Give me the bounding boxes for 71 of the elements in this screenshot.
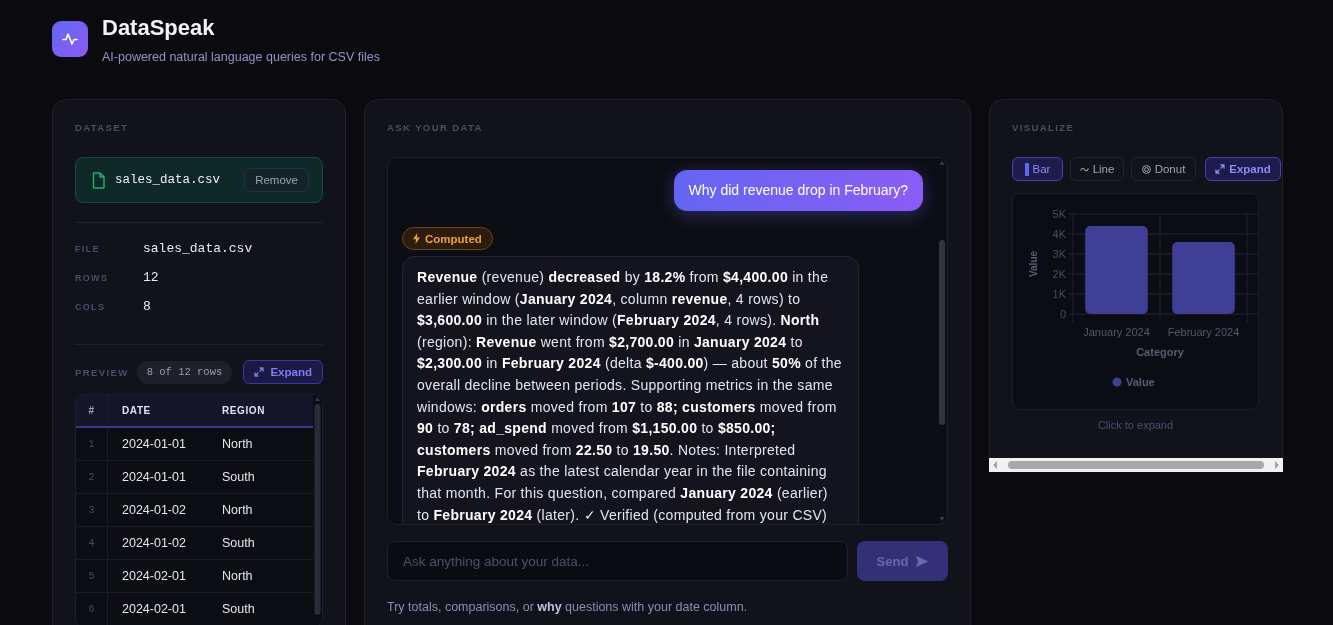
table-cell-text: North bbox=[221, 436, 254, 453]
table-cell-text: 2024-01-01 bbox=[121, 469, 187, 486]
table-cell-text: 2024-02-01 bbox=[121, 568, 187, 585]
detail-label: ROWS bbox=[75, 272, 110, 283]
table-cell-text: 2024-02-01 bbox=[121, 601, 187, 618]
section-heading: VISUALIZE bbox=[1012, 121, 1076, 135]
legend-marker-icon bbox=[1112, 377, 1122, 387]
row-number: 6 bbox=[76, 593, 108, 625]
table-cell-text: South bbox=[221, 535, 256, 552]
chart-panel[interactable]: Value 5K 4K 3K 2K 1K 0 January 2024 February 2024 Category Value bbox=[1012, 193, 1259, 410]
send-icon bbox=[916, 555, 929, 567]
axis-tick-label: 3K bbox=[1052, 248, 1066, 260]
detail-value: 12 bbox=[143, 270, 159, 285]
row-number: 1 bbox=[76, 428, 108, 460]
assistant-message: Revenue (revenue) decreased by 18.2% from $4,400.00 in the earlier window (January 2024, column revenue, 4 rows) to $3,600.00 in the later window (February 2024, 4 rows). North (region): Revenue went from $2,700.00 in January 2024 to $2,300.00 in February 2024 (delta $-400.00) — about 50% of the overall decline between periods. Supporting metrics in the same windows: orders moved from 107 to 88; customers moved from 90 to 78; ad_spend moved from $1,150.00 to $850.00; customers moved from 22.50 to 19.50. Notes: Interpreted February 2024 as the latest calendar year in the file containing that month. For this question, compared January 2024 (earlier) to February 2024 (later). ✓ Verified (computed from your CSV) bbox=[402, 256, 859, 524]
pulse-icon bbox=[52, 21, 88, 57]
axis-tick-label: 4K bbox=[1052, 228, 1066, 240]
expand-icon bbox=[1215, 164, 1226, 174]
table-cell-text: North bbox=[221, 568, 254, 585]
lightning-icon bbox=[413, 233, 420, 244]
app-subtitle: AI-powered natural language queries for CSV files bbox=[102, 49, 380, 65]
horizontal-scrollbar[interactable] bbox=[989, 458, 1283, 472]
row-number: 2 bbox=[76, 461, 108, 493]
table-cell-text: South bbox=[221, 469, 256, 486]
wave-icon bbox=[1079, 166, 1089, 172]
axis-tick-label: January 2024 bbox=[1083, 326, 1150, 338]
app-title: DataSpeak bbox=[102, 15, 216, 41]
preview-label: PREVIEW bbox=[75, 366, 129, 378]
hint-text: Try totals, comparisons, or why questions with your date column. bbox=[387, 599, 749, 615]
axis-title: Category bbox=[1136, 346, 1184, 358]
table-cell-text: 2024-01-02 bbox=[121, 502, 187, 519]
chart-type-tab[interactable]: Line bbox=[1070, 157, 1124, 181]
user-message: Why did revenue drop in February? bbox=[673, 170, 923, 211]
remove-button[interactable]: Remove bbox=[244, 168, 309, 192]
bar-icon bbox=[1024, 162, 1029, 176]
axis-tick-label: 0 bbox=[1059, 308, 1066, 320]
row-count-badge: 8 of 12 rows bbox=[136, 360, 233, 384]
table-cell-text: South bbox=[221, 601, 256, 618]
chart-caption: Click to expand bbox=[1096, 418, 1175, 432]
table-cell-text: North bbox=[221, 502, 254, 519]
legend-label: Value bbox=[1126, 376, 1155, 388]
detail-label: COLS bbox=[75, 301, 107, 312]
table-cell-text: 2024-01-01 bbox=[121, 436, 187, 453]
axis-tick-label: February 2024 bbox=[1167, 326, 1240, 338]
column-header: DATE bbox=[121, 404, 152, 418]
row-number: 4 bbox=[76, 527, 108, 559]
bar bbox=[1172, 242, 1235, 314]
detail-value: sales_data.csv bbox=[143, 241, 253, 256]
file-icon bbox=[92, 171, 105, 189]
row-number: 3 bbox=[76, 494, 108, 526]
expand-icon bbox=[254, 367, 265, 377]
axis-title: Value bbox=[1028, 250, 1039, 278]
section-heading: DATASET bbox=[75, 121, 130, 135]
expand-button[interactable]: Expand bbox=[1205, 157, 1281, 181]
detail-value: 8 bbox=[143, 299, 151, 314]
table-cell-text: 2024-01-02 bbox=[121, 535, 187, 552]
question-input[interactable]: Ask anything about your data... bbox=[387, 541, 848, 581]
column-header: REGION bbox=[221, 404, 267, 418]
axis-tick-label: 2K bbox=[1052, 268, 1066, 280]
computed-badge: Computed bbox=[402, 227, 493, 250]
detail-label: FILE bbox=[75, 243, 101, 254]
file-name: sales_data.csv bbox=[115, 173, 222, 187]
row-number: 5 bbox=[76, 560, 108, 592]
axis-tick-label: 1K bbox=[1052, 288, 1066, 300]
expand-button[interactable]: Expand bbox=[243, 360, 323, 384]
section-heading: ASK YOUR DATA bbox=[387, 121, 484, 135]
chart-type-tab[interactable]: Donut bbox=[1131, 157, 1196, 181]
ring-icon bbox=[1141, 164, 1151, 174]
column-header: # bbox=[76, 395, 108, 426]
chart-type-tab[interactable]: Bar bbox=[1012, 157, 1063, 181]
axis-tick-label: 5K bbox=[1052, 208, 1066, 220]
